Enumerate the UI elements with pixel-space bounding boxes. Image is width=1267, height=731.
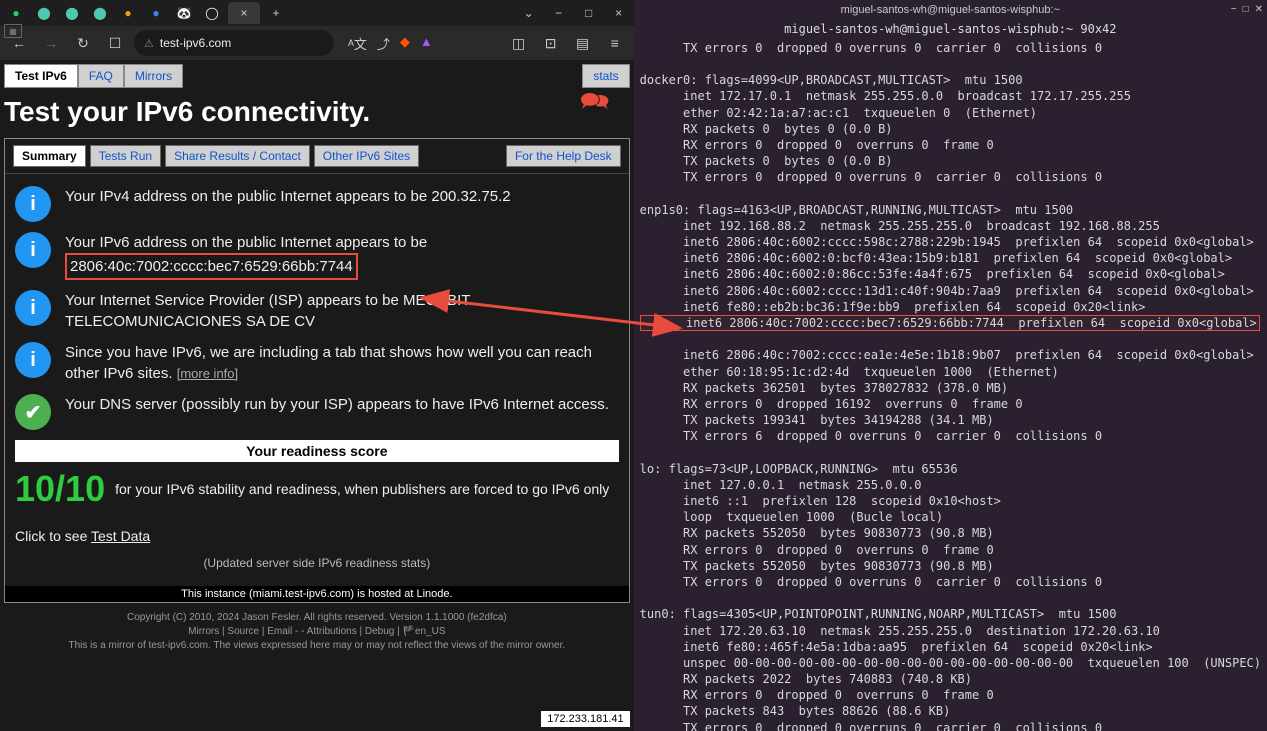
test-data-link[interactable]: Test Data: [91, 528, 150, 544]
browser-titlebar: ● ⬤ ⬤ ⬤ ● ● 🐼 ◯ × + ⌄ − □ ×: [0, 0, 634, 26]
footer-links[interactable]: Mirrors | Source | Email - - Attribution…: [4, 625, 630, 639]
info-icon: i: [15, 342, 51, 378]
triangle-icon[interactable]: ▲: [420, 34, 433, 53]
ip-badge: 172.233.181.41: [541, 711, 629, 727]
tab-orange[interactable]: ●: [116, 3, 140, 23]
share-icon[interactable]: ⤴: [377, 34, 390, 53]
reload-button[interactable]: ↻: [70, 30, 96, 56]
extensions-icon[interactable]: ⊡: [538, 30, 564, 56]
terminal-titlebar: miguel-santos-wh@miguel-santos-wisphub:~…: [634, 0, 1267, 20]
split-toggle-icon[interactable]: ▦: [4, 24, 22, 38]
tab-wifi-1[interactable]: ⬤: [32, 3, 56, 23]
score-description: for your IPv6 stability and readiness, w…: [115, 480, 609, 498]
mirror-note: This is a mirror of test-ipv6.com. The v…: [4, 639, 630, 653]
isp-text: Your Internet Service Provider (ISP) app…: [65, 290, 619, 332]
readiness-title: Your readiness score: [15, 440, 619, 462]
info-icon: i: [15, 232, 51, 268]
minimize-button[interactable]: −: [548, 6, 570, 20]
page-nav-tabs: Test IPv6 FAQ Mirrors stats: [0, 64, 634, 88]
inner-tab-tests[interactable]: Tests Run: [90, 145, 161, 167]
test-data-line: Click to see Test Data: [15, 520, 619, 552]
page-content: Test IPv6 FAQ Mirrors stats 🗪 Test your …: [0, 60, 634, 731]
ipv6-text: Your IPv6 address on the public Internet…: [65, 234, 427, 251]
ipv6-address-highlighted: 2806:40c:7002:cccc:bec7:6529:66bb:7744: [65, 253, 358, 280]
inner-tab-other[interactable]: Other IPv6 Sites: [314, 145, 419, 167]
terminal-window: miguel-santos-wh@miguel-santos-wisphub:~…: [634, 0, 1267, 731]
bookmark-icon[interactable]: ☐: [102, 30, 128, 56]
results-panel: Summary Tests Run Share Results / Contac…: [4, 138, 630, 603]
inner-tabstrip: Summary Tests Run Share Results / Contac…: [5, 139, 629, 174]
tab-faq[interactable]: FAQ: [78, 64, 124, 88]
result-isp: i Your Internet Service Provider (ISP) a…: [15, 290, 619, 332]
tab-wifi-2[interactable]: ⬤: [60, 3, 84, 23]
new-tab-button[interactable]: +: [264, 3, 288, 23]
tab-whatsapp[interactable]: ●: [4, 3, 28, 23]
result-dns: ✔ Your DNS server (possibly run by your …: [15, 394, 619, 430]
tab-active[interactable]: ×: [228, 2, 260, 24]
copyright: Copyright (C) 2010, 2024 Jason Fesler. A…: [4, 611, 630, 625]
tab-blue[interactable]: ●: [144, 3, 168, 23]
url-bar[interactable]: ⚠ test-ipv6.com: [134, 30, 334, 56]
page-title: Test your IPv6 connectivity.: [0, 88, 634, 138]
terminal-title: miguel-santos-wh@miguel-santos-wisphub:~: [841, 4, 1060, 16]
tab-github[interactable]: ◯: [200, 3, 224, 23]
result-ipv6: i Your IPv6 address on the public Intern…: [15, 232, 619, 280]
brave-shield-icon[interactable]: ◆: [400, 34, 410, 53]
maximize-button[interactable]: □: [578, 6, 600, 20]
wallet-icon[interactable]: ◫: [506, 30, 532, 56]
result-ipv4: i Your IPv4 address on the public Intern…: [15, 186, 619, 222]
info-icon: i: [15, 290, 51, 326]
score-row: 10/10 for your IPv6 stability and readin…: [15, 468, 619, 520]
ipv4-text: Your IPv4 address on the public Internet…: [65, 188, 431, 205]
inner-tab-share[interactable]: Share Results / Contact: [165, 145, 310, 167]
terminal-output[interactable]: TX errors 0 dropped 0 overruns 0 carrier…: [634, 38, 1267, 731]
inner-tab-help[interactable]: For the Help Desk: [506, 145, 621, 167]
forward-button[interactable]: →: [38, 30, 64, 56]
not-secure-icon: ⚠: [144, 37, 154, 50]
page-footer: Copyright (C) 2010, 2024 Jason Fesler. A…: [0, 603, 634, 661]
dropdown-button[interactable]: ⌄: [518, 6, 540, 20]
updated-text: (Updated server side IPv6 readiness stat…: [15, 552, 619, 574]
translate-badge-icon[interactable]: 🗪: [580, 84, 610, 125]
term-minimize[interactable]: −: [1231, 4, 1237, 15]
close-button[interactable]: ×: [608, 6, 630, 20]
url-text: test-ipv6.com: [160, 36, 231, 50]
readiness-score: 10/10: [15, 468, 105, 510]
sidebar-icon[interactable]: ▤: [570, 30, 596, 56]
translate-icon[interactable]: ᴬ文: [348, 34, 367, 53]
check-icon: ✔: [15, 394, 51, 430]
browser-toolbar: ← → ↻ ☐ ⚠ test-ipv6.com ᴬ文 ⤴ ◆ ▲ ◫ ⊡ ▤ ≡: [0, 26, 634, 60]
tab-wifi-3[interactable]: ⬤: [88, 3, 112, 23]
including-text: Since you have IPv6, we are including a …: [65, 344, 592, 382]
tab-panda[interactable]: 🐼: [172, 3, 196, 23]
info-icon: i: [15, 186, 51, 222]
term-close[interactable]: ✕: [1255, 4, 1263, 15]
dns-text: Your DNS server (possibly run by your IS…: [65, 394, 609, 415]
terminal-header: miguel-santos-wh@miguel-santos-wisphub:~…: [634, 20, 1267, 38]
inner-tab-summary[interactable]: Summary: [13, 145, 86, 167]
browser-window: ● ⬤ ⬤ ⬤ ● ● 🐼 ◯ × + ⌄ − □ × ← → ↻ ☐ ⚠ te…: [0, 0, 634, 731]
result-tab-info: i Since you have IPv6, we are including …: [15, 342, 619, 384]
tab-test-ipv6[interactable]: Test IPv6: [4, 64, 78, 88]
instance-info: This instance (miami.test-ipv6.com) is h…: [5, 586, 629, 602]
menu-icon[interactable]: ≡: [602, 30, 628, 56]
ipv4-address: 200.32.75.2: [431, 188, 510, 205]
term-maximize[interactable]: □: [1243, 4, 1249, 15]
more-info-link[interactable]: [more info]: [177, 366, 238, 381]
tab-mirrors[interactable]: Mirrors: [124, 64, 183, 88]
